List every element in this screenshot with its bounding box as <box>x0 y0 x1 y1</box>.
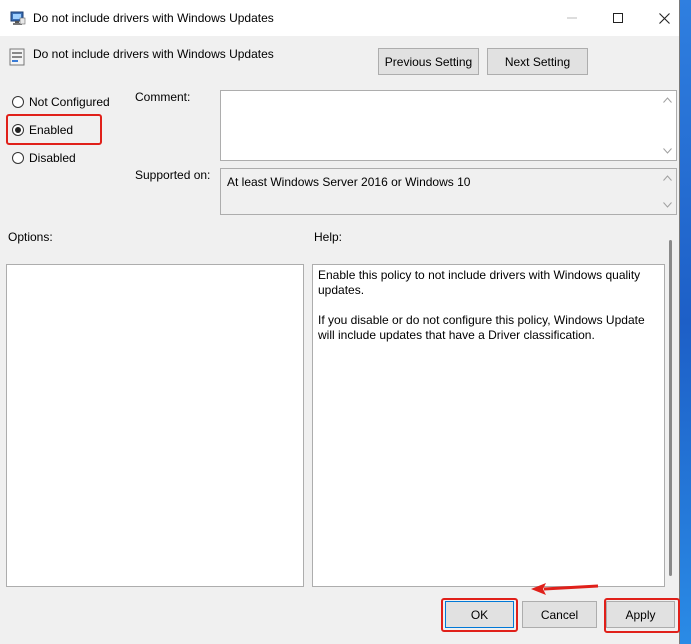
comment-textarea[interactable] <box>220 90 677 161</box>
ok-highlight-box <box>441 598 518 632</box>
close-button[interactable] <box>641 0 687 36</box>
title-bar: Do not include drivers with Windows Upda… <box>0 0 679 36</box>
policy-setting-icon <box>9 48 26 66</box>
desktop-background-strip <box>680 0 691 644</box>
help-label: Help: <box>314 230 343 244</box>
enabled-highlight-box <box>6 114 102 145</box>
minimize-icon <box>567 13 577 23</box>
apply-highlight-box <box>604 598 680 633</box>
scroll-down-icon[interactable] <box>663 148 672 154</box>
help-panel: Enable this policy to not include driver… <box>312 264 665 587</box>
help-paragraph: If you disable or do not configure this … <box>318 313 645 342</box>
dialog-scrollbar[interactable] <box>666 232 678 588</box>
comment-label: Comment: <box>135 90 191 104</box>
supported-on-field: At least Windows Server 2016 or Windows … <box>220 168 677 215</box>
supported-on-value: At least Windows Server 2016 or Windows … <box>227 175 471 189</box>
options-label: Options: <box>8 230 53 244</box>
maximize-icon <box>613 13 623 23</box>
supported-scrollbar[interactable] <box>659 169 676 214</box>
disabled-radio[interactable]: Disabled <box>12 151 76 165</box>
help-text: Enable this policy to not include driver… <box>318 268 658 358</box>
minimize-button[interactable] <box>549 0 595 36</box>
not-configured-radio[interactable]: Not Configured <box>12 95 110 109</box>
radio-circle[interactable] <box>12 152 24 164</box>
close-icon <box>658 12 670 24</box>
window-title: Do not include drivers with Windows Upda… <box>33 11 274 25</box>
policy-name: Do not include drivers with Windows Upda… <box>33 47 274 61</box>
policy-dialog: Do not include drivers with Windows Upda… <box>0 0 680 644</box>
radio-circle[interactable] <box>12 96 24 108</box>
comment-scrollbar[interactable] <box>659 91 676 160</box>
maximize-button[interactable] <box>595 0 641 36</box>
supported-on-label: Supported on: <box>135 168 211 182</box>
next-setting-button[interactable]: Next Setting <box>487 48 588 75</box>
disabled-label: Disabled <box>29 151 76 165</box>
options-panel <box>6 264 304 587</box>
not-configured-label: Not Configured <box>29 95 110 109</box>
annotation-arrow-icon <box>531 583 599 595</box>
cancel-button[interactable]: Cancel <box>522 601 597 628</box>
help-paragraph: Enable this policy to not include driver… <box>318 268 641 297</box>
scroll-down-icon[interactable] <box>663 202 672 208</box>
policy-app-icon <box>10 10 26 26</box>
previous-setting-button[interactable]: Previous Setting <box>378 48 479 75</box>
scroll-up-icon[interactable] <box>663 175 672 181</box>
scroll-up-icon[interactable] <box>663 97 672 103</box>
scrollbar-thumb[interactable] <box>669 240 672 576</box>
